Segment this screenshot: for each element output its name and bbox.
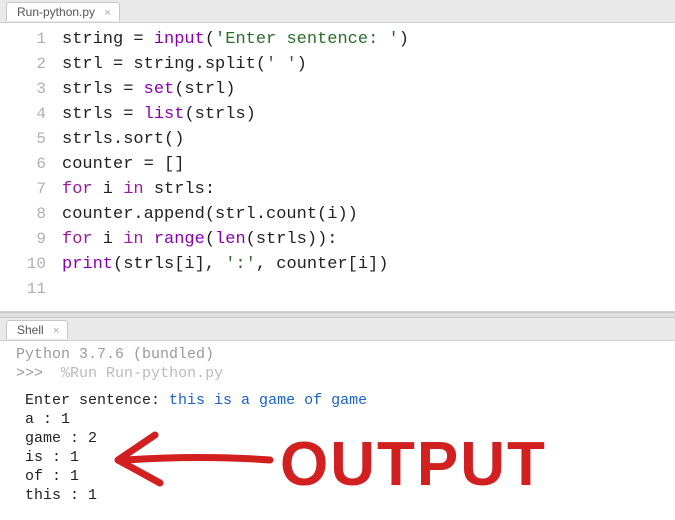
line-number: 7 xyxy=(0,177,46,202)
editor-tab[interactable]: Run-python.py × xyxy=(6,2,120,21)
code-editor[interactable]: 1234567891011 string = input('Enter sent… xyxy=(0,23,675,312)
code-line: strl = string.split(' ') xyxy=(62,52,409,77)
line-number-gutter: 1234567891011 xyxy=(0,23,56,311)
output-line: of : 1 xyxy=(16,467,675,486)
shell-input-echo: Enter sentence: this is a game of game xyxy=(16,391,675,410)
code-line: for i in strls: xyxy=(62,177,409,202)
shell-tab[interactable]: Shell × xyxy=(6,320,68,339)
python-version: Python 3.7.6 (bundled) xyxy=(16,345,675,364)
code-line: strls.sort() xyxy=(62,127,409,152)
editor-tab-label: Run-python.py xyxy=(17,5,95,19)
editor-tab-bar: Run-python.py × xyxy=(0,0,675,23)
code-line: counter = [] xyxy=(62,152,409,177)
output-line: this : 1 xyxy=(16,486,675,505)
output-line: a : 1 xyxy=(16,410,675,429)
code-line: counter.append(strl.count(i)) xyxy=(62,202,409,227)
code-line: strls = set(strl) xyxy=(62,77,409,102)
line-number: 3 xyxy=(0,77,46,102)
line-number: 1 xyxy=(0,27,46,52)
user-input: this is a game of game xyxy=(169,392,367,409)
close-icon[interactable]: × xyxy=(53,325,59,337)
code-area[interactable]: string = input('Enter sentence: ')strl =… xyxy=(56,23,409,311)
close-icon[interactable]: × xyxy=(104,7,110,19)
code-line: print(strls[i], ':', counter[i]) xyxy=(62,252,409,277)
line-number: 10 xyxy=(0,252,46,277)
run-command: %Run Run-python.py xyxy=(52,365,223,382)
line-number: 8 xyxy=(0,202,46,227)
shell-tab-label: Shell xyxy=(17,323,44,337)
input-prompt: Enter sentence: xyxy=(25,392,169,409)
line-number: 6 xyxy=(0,152,46,177)
shell-prompt: >>> xyxy=(16,365,43,382)
code-line: strls = list(strls) xyxy=(62,102,409,127)
output-line: is : 1 xyxy=(16,448,675,467)
line-number: 9 xyxy=(0,227,46,252)
line-number: 5 xyxy=(0,127,46,152)
line-number: 2 xyxy=(0,52,46,77)
code-line: for i in range(len(strls)): xyxy=(62,227,409,252)
line-number: 11 xyxy=(0,277,46,302)
output-line: game : 2 xyxy=(16,429,675,448)
shell-output: a : 1 game : 2 is : 1 of : 1 this : 1 xyxy=(16,410,675,505)
line-number: 4 xyxy=(0,102,46,127)
code-line xyxy=(62,277,409,302)
code-line: string = input('Enter sentence: ') xyxy=(62,27,409,52)
shell-prompt-line: >>> %Run Run-python.py xyxy=(16,364,675,383)
shell-tab-bar: Shell × xyxy=(0,318,675,341)
shell-pane[interactable]: Python 3.7.6 (bundled) >>> %Run Run-pyth… xyxy=(0,341,675,505)
